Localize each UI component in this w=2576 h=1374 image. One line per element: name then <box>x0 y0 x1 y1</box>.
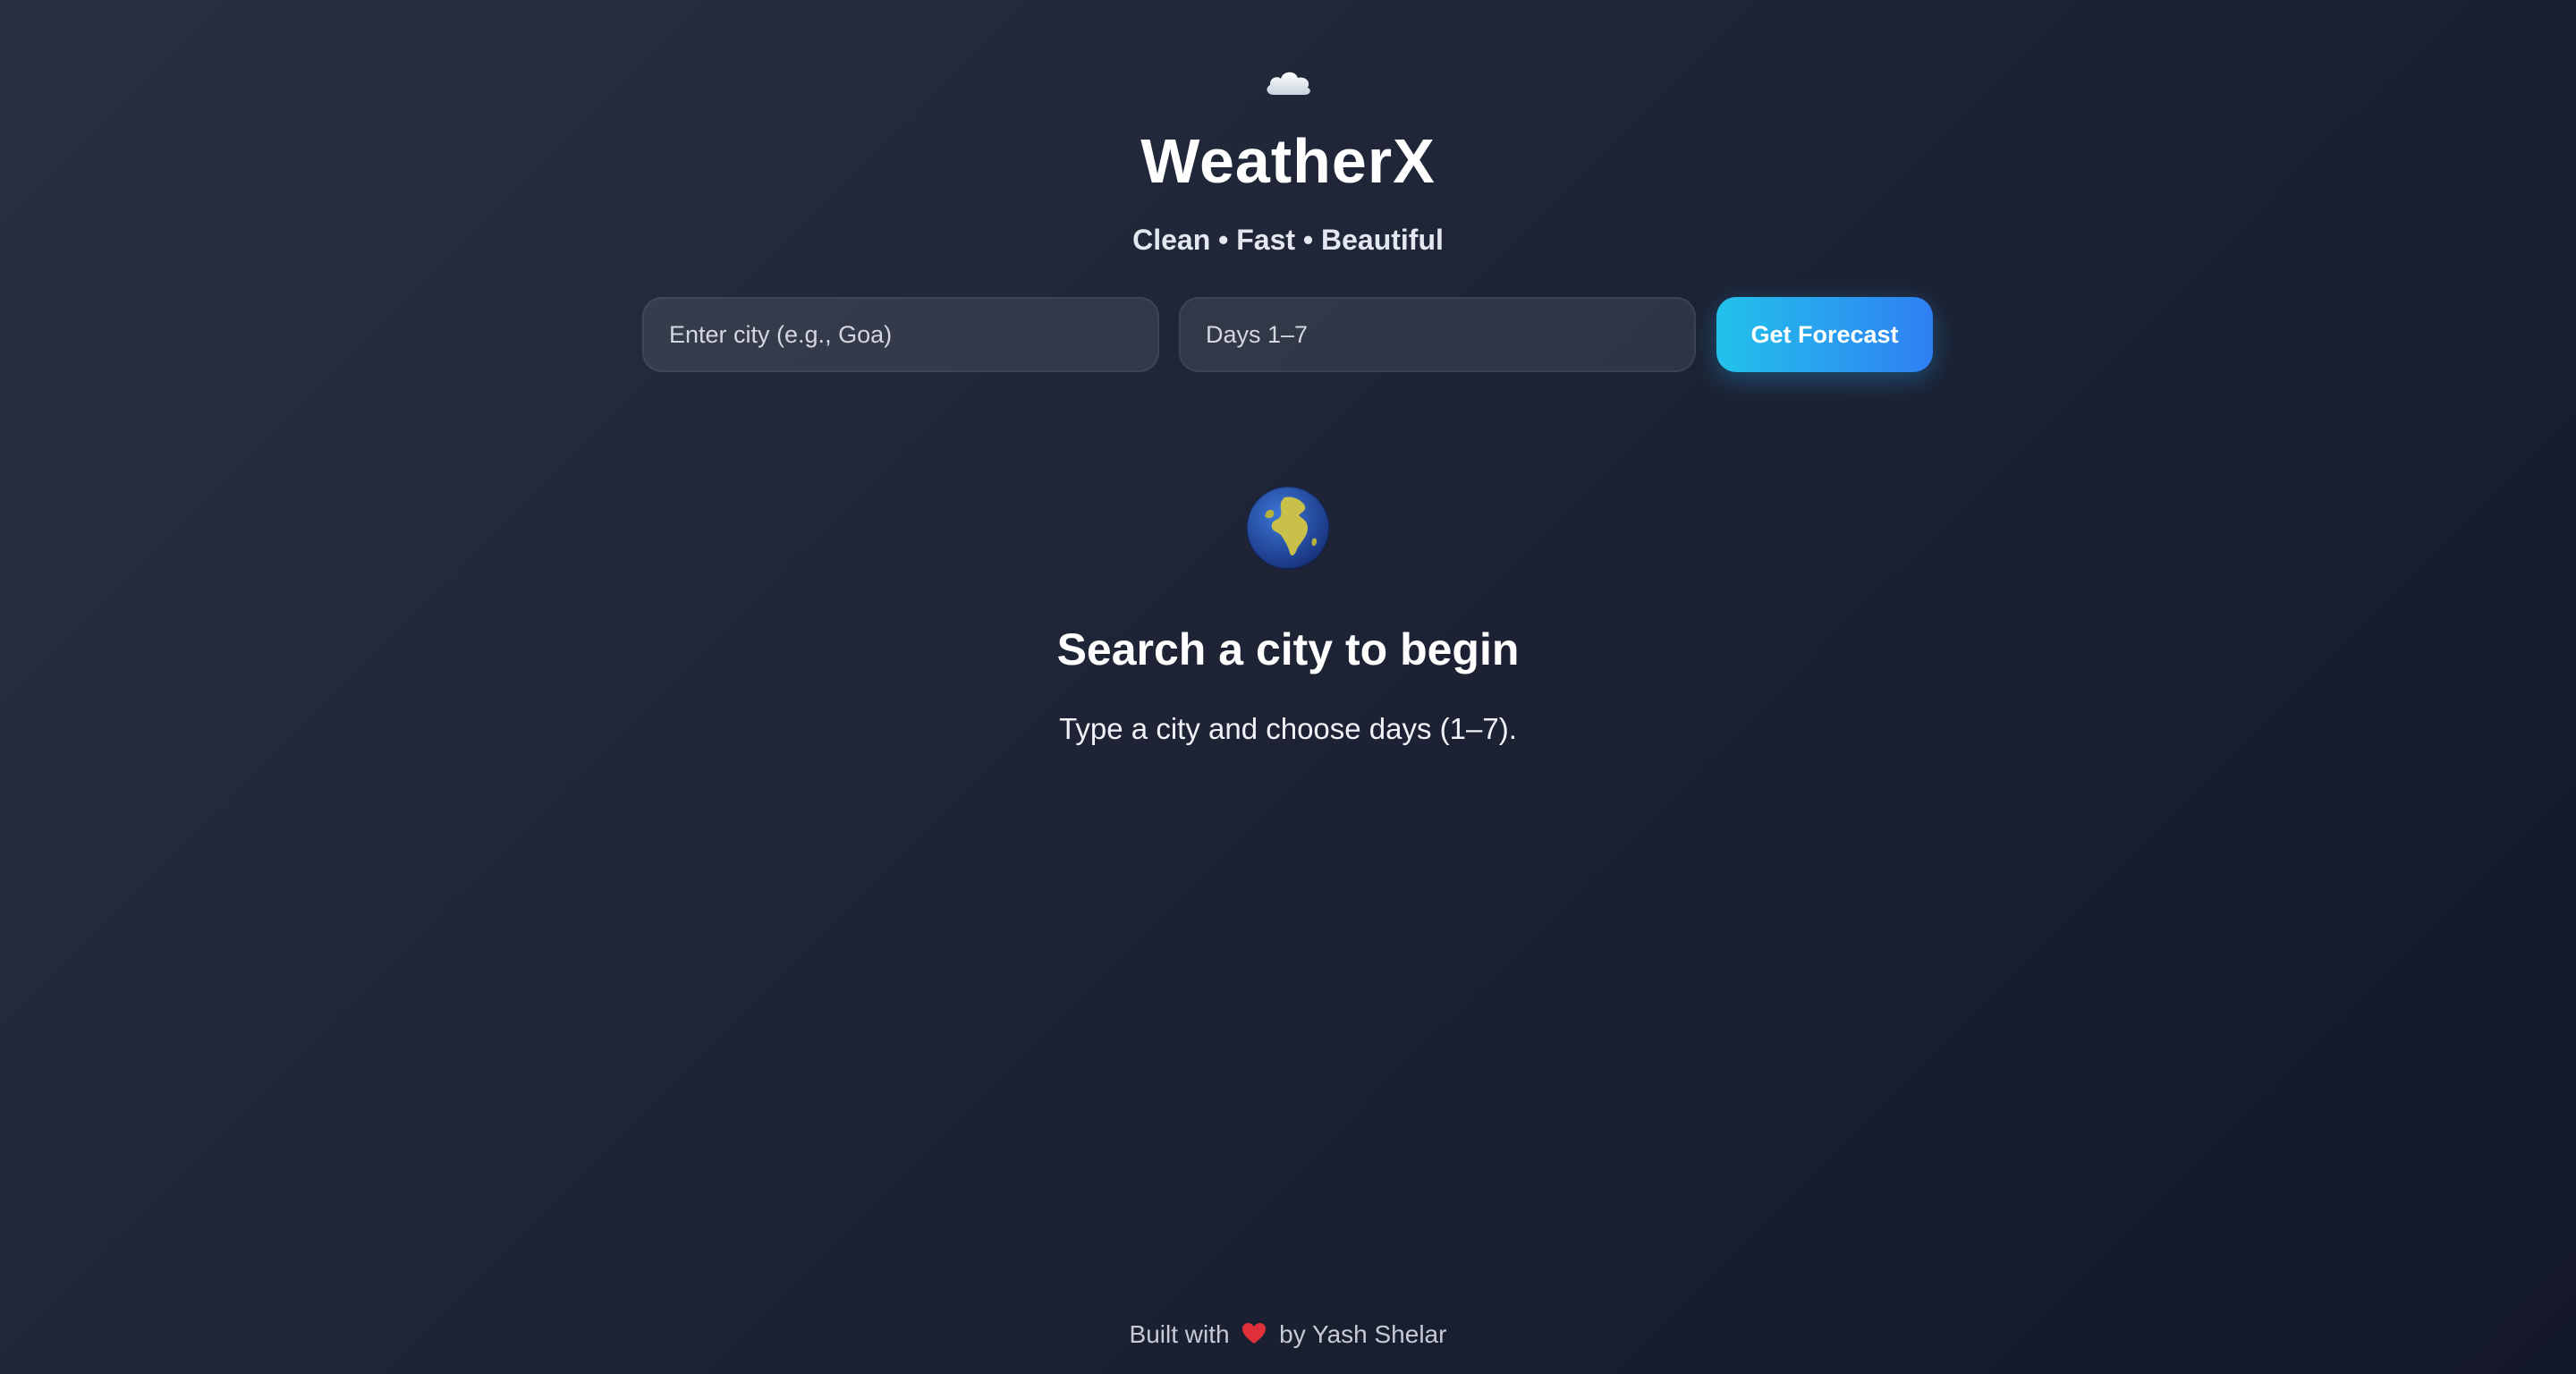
city-input[interactable] <box>642 297 1159 372</box>
app-tagline: Clean • Fast • Beautiful <box>1132 224 1444 256</box>
globe-icon <box>1246 486 1330 570</box>
heart-icon <box>1242 1323 1267 1344</box>
days-input[interactable] <box>1179 297 1696 372</box>
footer-prefix: Built with <box>1129 1320 1230 1348</box>
footer: Built with by Yash Shelar <box>0 1317 2576 1353</box>
cloud-icon <box>1267 72 1310 95</box>
search-form: Get Forecast <box>642 297 1934 372</box>
get-forecast-button[interactable]: Get Forecast <box>1716 297 1933 372</box>
empty-state-subtitle: Type a city and choose days (1–7). <box>1059 712 1517 745</box>
app-title: WeatherX <box>1140 126 1436 196</box>
empty-state-title: Search a city to begin <box>1056 624 1520 674</box>
footer-suffix: by Yash Shelar <box>1279 1320 1447 1348</box>
